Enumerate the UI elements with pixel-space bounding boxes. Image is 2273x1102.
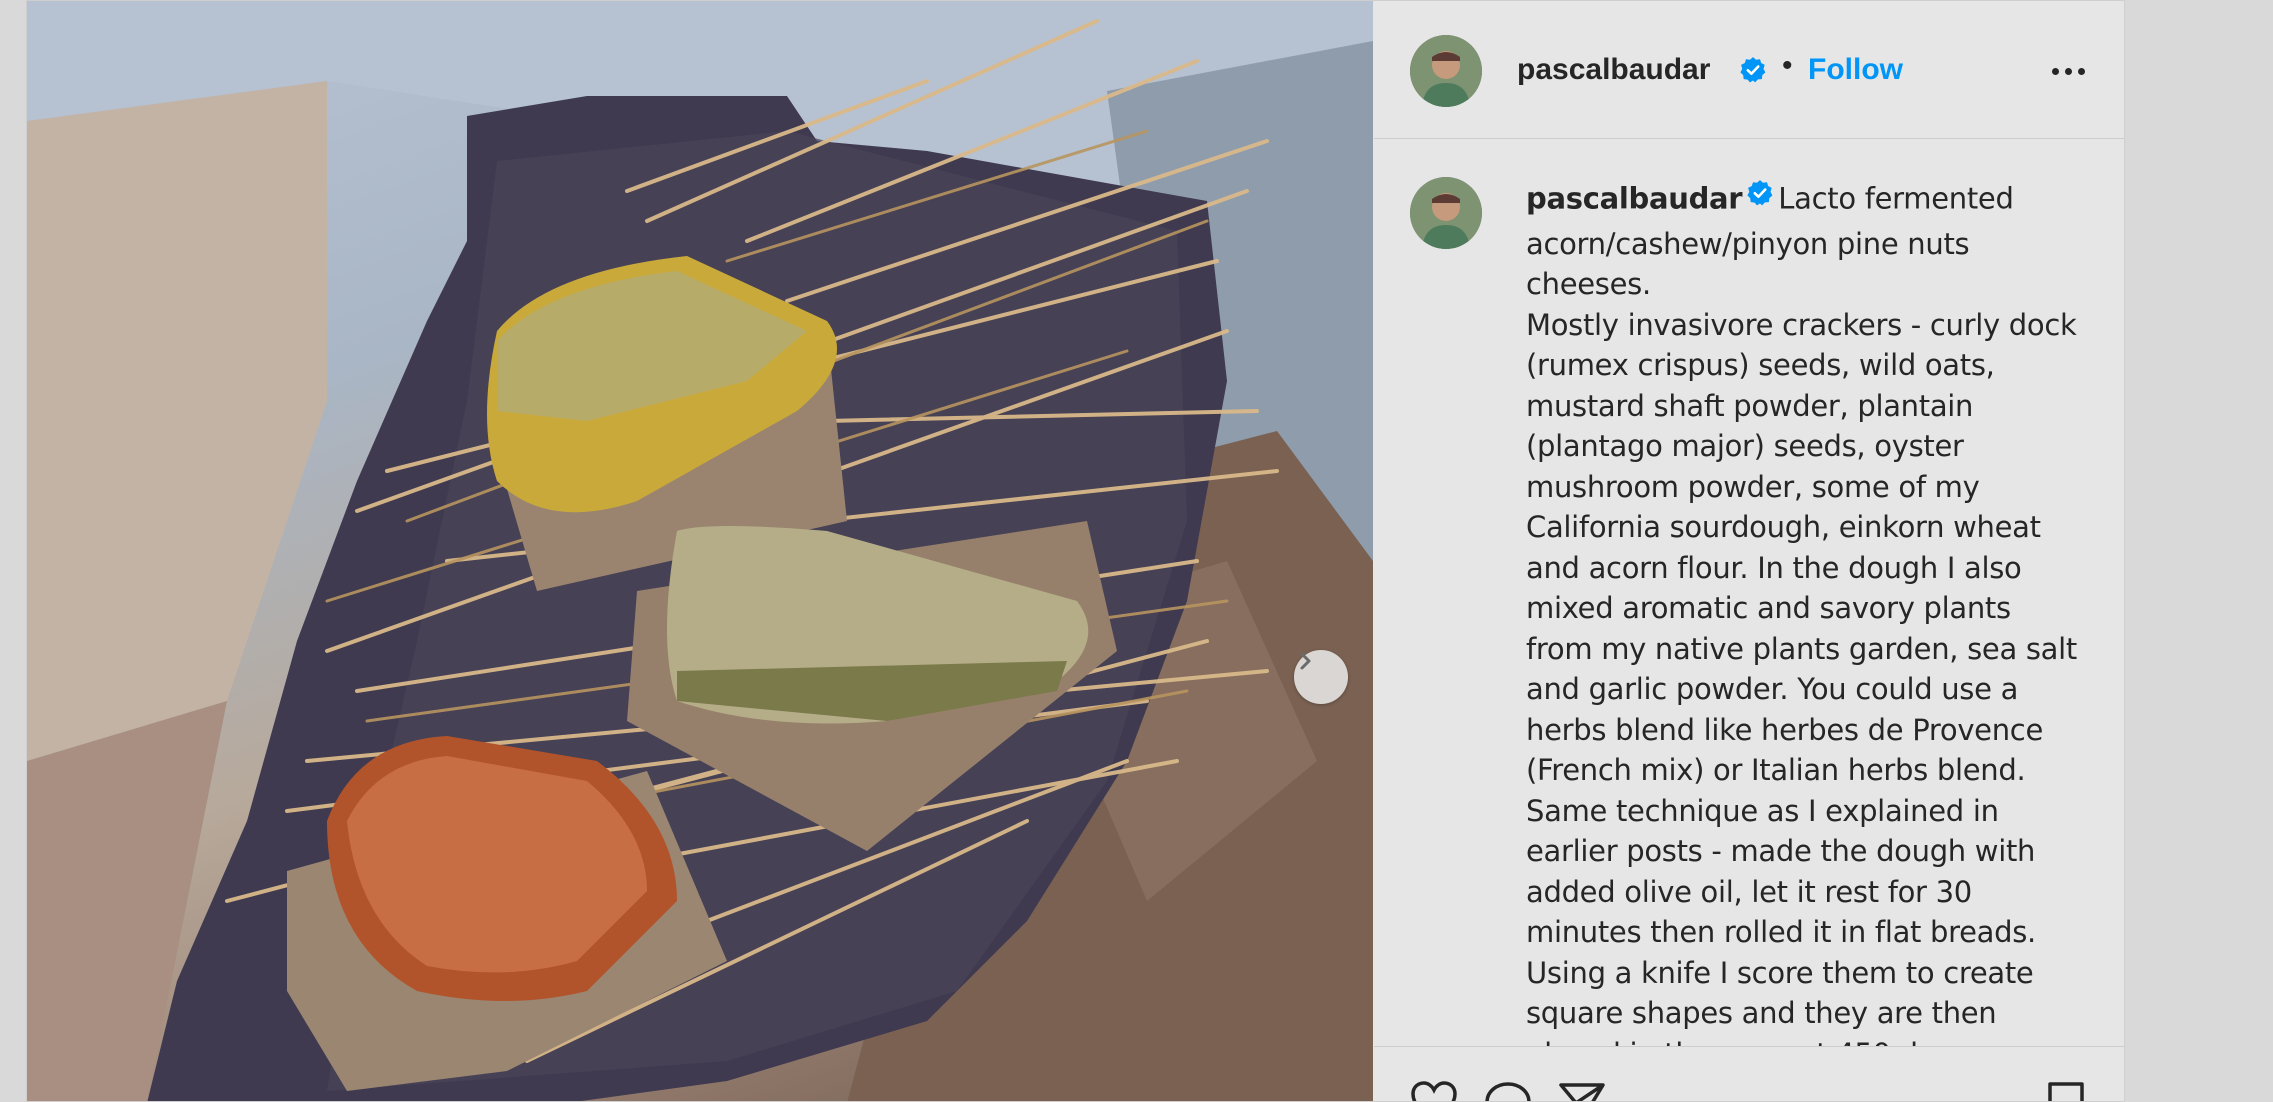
instagram-post-dialog: pascalbaudar • Follow pascalbaudar Lacto… bbox=[26, 0, 2125, 1102]
caption-username[interactable]: pascalbaudar bbox=[1526, 181, 1743, 215]
post-photo[interactable] bbox=[27, 1, 1373, 1101]
more-options-dot bbox=[2077, 67, 2085, 75]
paper-plane-icon bbox=[1559, 1083, 1605, 1101]
heart-icon bbox=[1411, 1081, 1457, 1101]
profile-photo bbox=[1410, 177, 1482, 249]
save-button[interactable] bbox=[2044, 1081, 2088, 1101]
next-image-button[interactable] bbox=[1294, 650, 1348, 704]
food-photo-illustration bbox=[27, 1, 1373, 1101]
like-button[interactable] bbox=[1410, 1081, 1458, 1101]
post-author-username[interactable]: pascalbaudar bbox=[1517, 53, 1710, 87]
chevron-right-icon bbox=[1300, 652, 1311, 670]
more-options-dot bbox=[2064, 67, 2072, 75]
caption-avatar[interactable] bbox=[1410, 177, 1482, 249]
profile-photo bbox=[1410, 35, 1482, 107]
more-options-icon bbox=[2051, 67, 2059, 75]
verified-badge-icon bbox=[1739, 56, 1767, 89]
bookmark-icon bbox=[2048, 1082, 2084, 1101]
more-options-button[interactable] bbox=[2038, 53, 2098, 89]
post-header: pascalbaudar • Follow bbox=[1374, 1, 2124, 139]
share-button[interactable] bbox=[1558, 1081, 1606, 1101]
comment-icon bbox=[1485, 1082, 1531, 1101]
caption-text-line: Using a knife I score them to create squ… bbox=[1526, 955, 2034, 1047]
caption-text-line: Mostly invasivore crackers - curly dock … bbox=[1526, 307, 2077, 788]
caption-area: pascalbaudar Lacto fermented acorn/cashe… bbox=[1374, 139, 2124, 1046]
caption-text-line: Same technique as I explained in earlier… bbox=[1526, 793, 2036, 950]
post-caption: pascalbaudar Lacto fermented acorn/cashe… bbox=[1526, 177, 2081, 1046]
post-side-panel: pascalbaudar • Follow pascalbaudar Lacto… bbox=[1374, 1, 2124, 1101]
separator-dot: • bbox=[1782, 49, 1793, 82]
post-actions-bar bbox=[1374, 1046, 2124, 1101]
follow-button[interactable]: Follow bbox=[1808, 53, 1903, 87]
comment-button[interactable] bbox=[1484, 1081, 1532, 1101]
verified-badge-icon bbox=[1746, 177, 1774, 218]
avatar[interactable] bbox=[1410, 35, 1482, 107]
